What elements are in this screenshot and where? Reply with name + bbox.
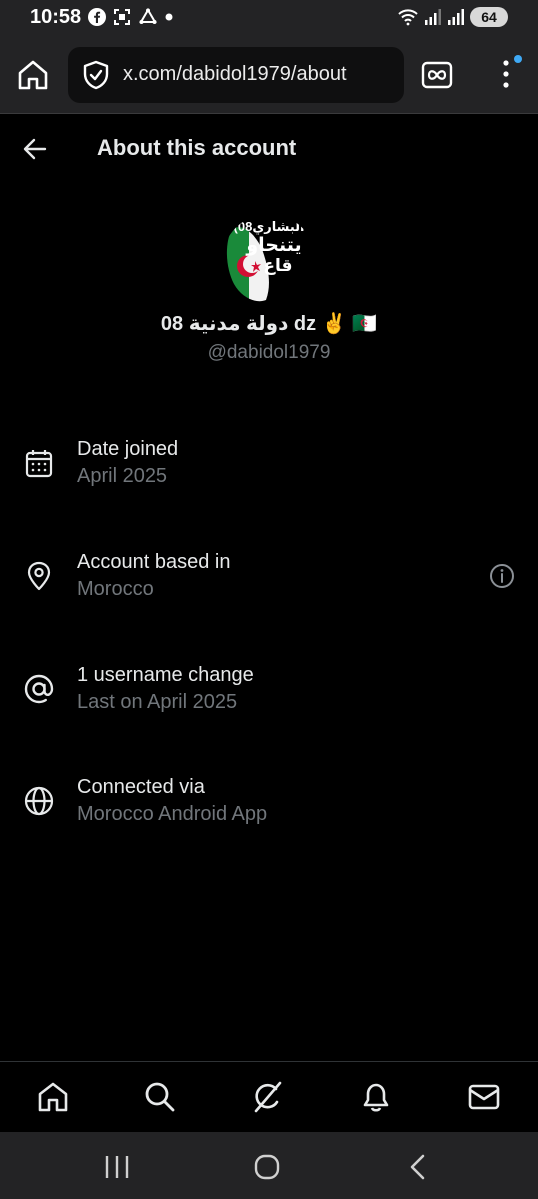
calendar-icon bbox=[25, 450, 53, 478]
avatar-text-line: يتنحاو bbox=[246, 235, 302, 256]
info-title: Account based in bbox=[77, 551, 231, 573]
address-bar[interactable]: x.com/dabidol1979/about bbox=[68, 47, 404, 103]
bottom-tab-bar bbox=[0, 1061, 538, 1133]
info-value: April 2025 bbox=[77, 465, 168, 487]
home-circle-icon[interactable] bbox=[252, 1152, 282, 1182]
back-arrow-icon[interactable] bbox=[22, 136, 48, 162]
back-chevron-icon[interactable] bbox=[403, 1152, 433, 1182]
battery-level: 64 bbox=[481, 9, 497, 25]
screenshot-icon bbox=[114, 9, 130, 25]
info-value: Morocco bbox=[77, 578, 154, 600]
sync-icon bbox=[139, 8, 157, 24]
wifi-icon bbox=[398, 9, 418, 26]
info-row-date-joined: Date joined April 2025 bbox=[0, 438, 538, 528]
grok-icon[interactable] bbox=[251, 1080, 285, 1114]
status-bar: 10:58 64 bbox=[0, 0, 538, 36]
page-title: About this account bbox=[97, 135, 297, 160]
info-value: Last on April 2025 bbox=[77, 691, 238, 713]
system-nav-bar bbox=[0, 1132, 538, 1199]
info-row-account-based-in: Account based in Morocco bbox=[0, 551, 538, 641]
status-notification-icons bbox=[88, 8, 173, 26]
notifications-icon[interactable] bbox=[359, 1080, 393, 1114]
location-pin-icon bbox=[27, 561, 51, 591]
info-row-connected-via: Connected via Morocco Android App bbox=[0, 776, 538, 866]
url-text[interactable]: x.com/dabidol1979/about bbox=[123, 63, 347, 86]
avatar-text-line: (البشاري08 bbox=[233, 219, 305, 234]
avatar-text-line: قاع bbox=[263, 256, 293, 275]
at-sign-icon bbox=[24, 674, 54, 704]
username-handle[interactable]: @dabidol1979 bbox=[0, 342, 538, 364]
info-circle-icon[interactable] bbox=[489, 563, 515, 589]
update-badge-dot bbox=[514, 55, 522, 63]
status-time: 10:58 bbox=[30, 6, 82, 28]
info-row-username-changes: 1 username change Last on April 2025 bbox=[0, 664, 538, 754]
signal-icon bbox=[425, 9, 441, 25]
infinity-tabs-icon[interactable] bbox=[421, 60, 453, 90]
shield-check-icon[interactable] bbox=[82, 60, 110, 90]
globe-icon bbox=[24, 786, 54, 816]
page-header: About this account bbox=[0, 114, 538, 184]
recents-icon[interactable] bbox=[102, 1152, 132, 1182]
messages-icon[interactable] bbox=[467, 1080, 501, 1114]
facebook-icon bbox=[88, 8, 106, 26]
battery-icon: 64 bbox=[470, 7, 508, 27]
info-value: Morocco Android App bbox=[77, 803, 268, 825]
info-title: Date joined bbox=[77, 438, 179, 460]
avatar[interactable]: (البشاري08 يتنحاو قاع bbox=[222, 214, 316, 308]
info-title: 1 username change bbox=[77, 664, 254, 686]
search-icon[interactable] bbox=[143, 1080, 177, 1114]
info-title: Connected via bbox=[77, 776, 205, 798]
browser-home-icon[interactable] bbox=[15, 57, 51, 93]
display-name: 08 دولة مدنية dz ✌️ 🇩🇿 bbox=[160, 313, 378, 335]
signal-icon bbox=[448, 9, 464, 25]
home-icon[interactable] bbox=[36, 1080, 70, 1114]
browser-toolbar: x.com/dabidol1979/about bbox=[0, 36, 538, 114]
status-system-icons: 64 bbox=[397, 7, 508, 27]
dot-icon bbox=[165, 13, 173, 21]
